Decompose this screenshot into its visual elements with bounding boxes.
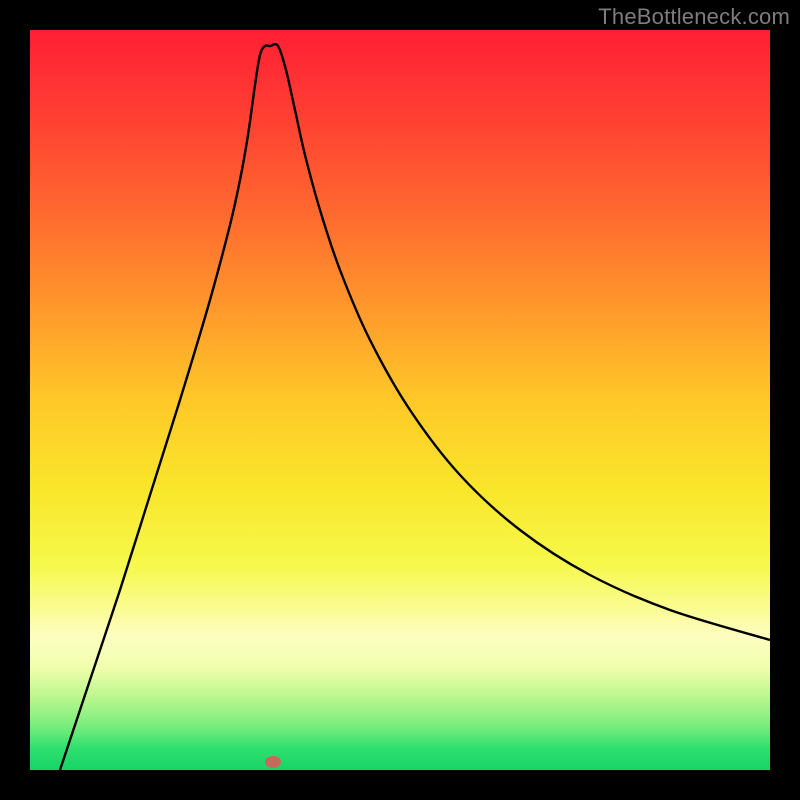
attribution-text: TheBottleneck.com — [598, 4, 790, 30]
chart-curve — [60, 44, 770, 770]
chart-curve-svg — [30, 30, 770, 770]
chart-marker-dot — [265, 756, 281, 768]
chart-frame: TheBottleneck.com — [0, 0, 800, 800]
chart-plot-area — [30, 30, 770, 770]
